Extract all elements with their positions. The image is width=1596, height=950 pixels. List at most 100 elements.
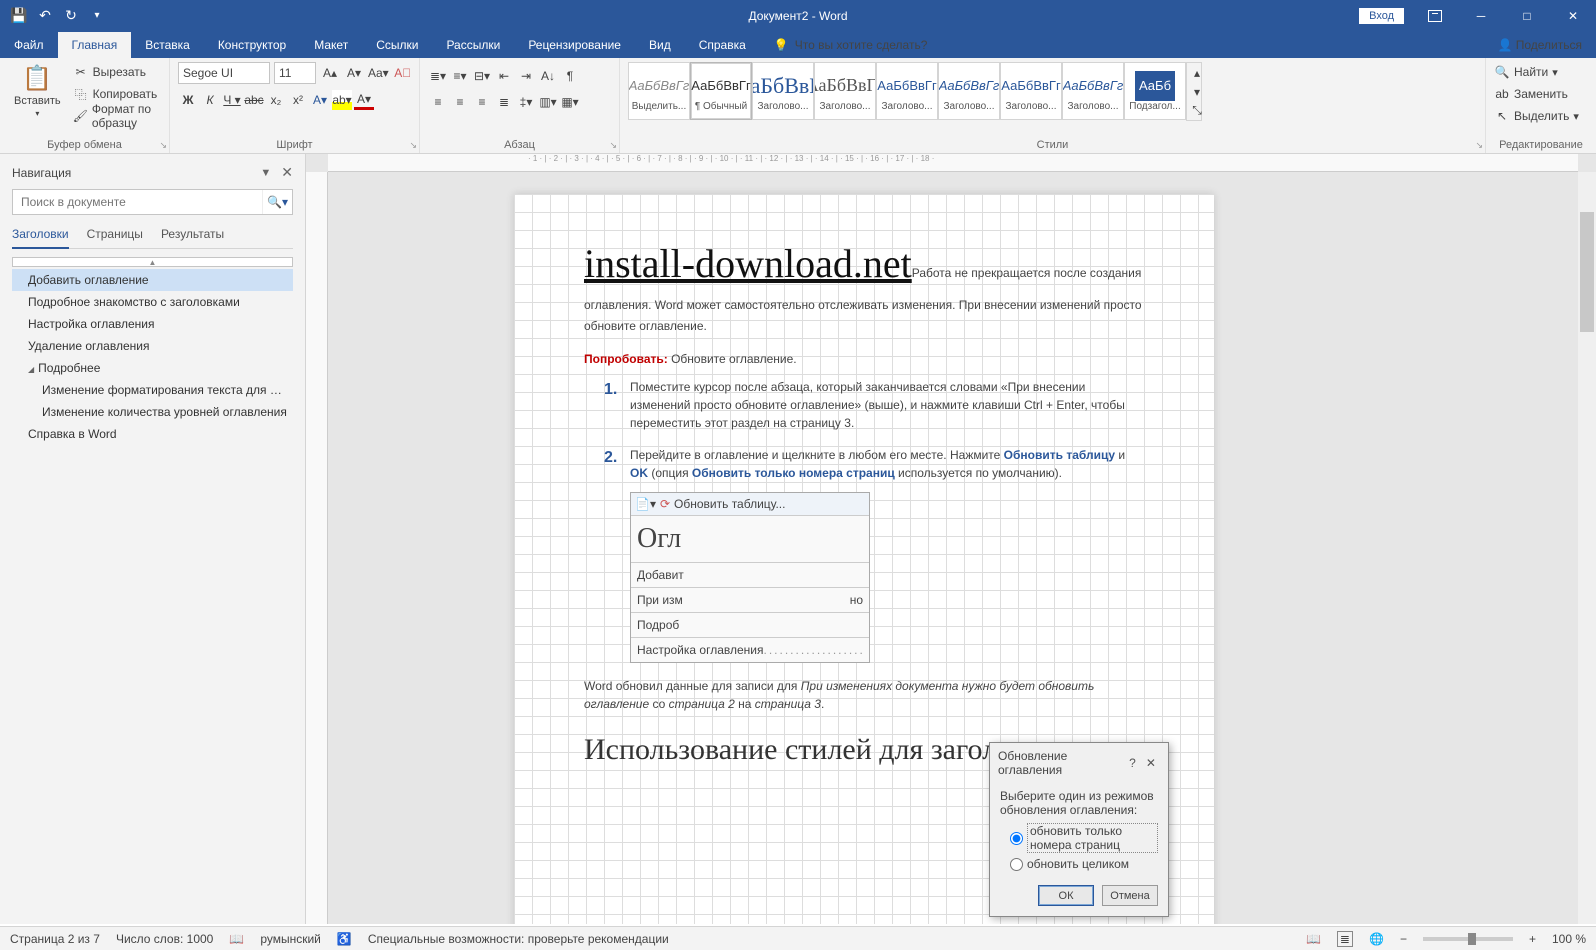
show-marks-button[interactable]: ¶: [560, 66, 580, 86]
tab-view[interactable]: Вид: [635, 32, 685, 58]
style-item[interactable]: АаБбВвГгЗаголово...: [814, 62, 876, 120]
nav-item[interactable]: Изменение количества уровней оглавления: [12, 401, 293, 423]
status-a11y[interactable]: Специальные возможности: проверьте реком…: [368, 932, 669, 946]
style-item[interactable]: АаБбВвГгЗаголово...: [1000, 62, 1062, 120]
clipboard-dialog-launcher[interactable]: ↘: [159, 140, 167, 151]
ribbon-options-icon[interactable]: [1412, 0, 1458, 31]
close-button[interactable]: ✕: [1550, 0, 1596, 31]
tab-layout[interactable]: Макет: [300, 32, 362, 58]
nav-item[interactable]: Настройка оглавления: [12, 313, 293, 335]
nav-item[interactable]: Добавить оглавление: [12, 269, 293, 291]
clear-formatting-button[interactable]: Aᷤ: [393, 63, 413, 83]
zoom-level[interactable]: 100 %: [1552, 932, 1586, 946]
vertical-ruler[interactable]: [306, 172, 328, 924]
text-effects-button[interactable]: A▾: [310, 90, 330, 110]
redo-icon[interactable]: ↻: [60, 5, 82, 27]
tab-references[interactable]: Ссылки: [362, 32, 432, 58]
highlight-button[interactable]: ab▾: [332, 90, 352, 110]
status-page[interactable]: Страница 2 из 7: [10, 932, 100, 946]
radio-page-numbers[interactable]: обновить только номера страниц: [1000, 821, 1158, 855]
styles-up-button[interactable]: ▴: [1187, 63, 1207, 82]
undo-icon[interactable]: ↶: [34, 5, 56, 27]
dialog-close-button[interactable]: ✕: [1142, 756, 1160, 770]
nav-close-button[interactable]: ✕: [281, 164, 293, 181]
shrink-font-button[interactable]: A▾: [344, 63, 364, 83]
borders-button[interactable]: ▦▾: [560, 92, 580, 112]
tab-home[interactable]: Главная: [58, 32, 132, 58]
view-read-icon[interactable]: 📖: [1306, 932, 1321, 946]
tab-help[interactable]: Справка: [685, 32, 760, 58]
find-button[interactable]: 🔍Найти ▾: [1494, 62, 1558, 82]
radio-input[interactable]: [1010, 832, 1023, 845]
underline-button[interactable]: Ч ▾: [222, 90, 242, 110]
maximize-button[interactable]: □: [1504, 0, 1550, 31]
shading-button[interactable]: ▥▾: [538, 92, 558, 112]
share-button[interactable]: 👤 Поделиться: [1483, 32, 1596, 58]
paste-button[interactable]: 📋 Вставить ▾: [8, 62, 67, 120]
style-item[interactable]: АаБбВвГгЗаголово...: [876, 62, 938, 120]
dialog-cancel-button[interactable]: Отмена: [1102, 885, 1158, 906]
styles-dialog-launcher[interactable]: ↘: [1475, 140, 1483, 151]
align-right-button[interactable]: ≡: [472, 92, 492, 112]
style-item[interactable]: АаБбВвГг¶ Обычный: [690, 62, 752, 120]
dialog-help-button[interactable]: ?: [1123, 756, 1141, 770]
tab-insert[interactable]: Вставка: [131, 32, 204, 58]
radio-input[interactable]: [1010, 858, 1023, 871]
font-size-input[interactable]: [274, 62, 316, 84]
bullets-button[interactable]: ≣▾: [428, 66, 448, 86]
nav-tab-pages[interactable]: Страницы: [87, 223, 143, 248]
styles-down-button[interactable]: ▾: [1187, 82, 1207, 101]
zoom-in-button[interactable]: +: [1529, 932, 1536, 946]
spellcheck-icon[interactable]: 📖: [229, 932, 244, 946]
dialog-ok-button[interactable]: ОК: [1038, 885, 1094, 906]
line-spacing-button[interactable]: ‡▾: [516, 92, 536, 112]
tab-design[interactable]: Конструктор: [204, 32, 300, 58]
view-print-icon[interactable]: ≣: [1337, 931, 1353, 947]
align-left-button[interactable]: ≡: [428, 92, 448, 112]
style-item[interactable]: АаБбВвГгЗаголово...: [1062, 62, 1124, 120]
increase-indent-button[interactable]: ⇥: [516, 66, 536, 86]
vertical-scrollbar[interactable]: [1578, 172, 1596, 924]
styles-gallery[interactable]: АаБбВвГгВыделить... АаБбВвГг¶ Обычный Аа…: [628, 62, 1202, 121]
qat-customize-icon[interactable]: ▾: [86, 5, 108, 27]
nav-item[interactable]: Подробное знакомство с заголовками: [12, 291, 293, 313]
horizontal-ruler[interactable]: · 1 · | · 2 · | · 3 · | · 4 · | · 5 · | …: [328, 154, 1578, 172]
grow-font-button[interactable]: A▴: [320, 63, 340, 83]
status-language[interactable]: румынский: [260, 932, 321, 946]
format-painter-button[interactable]: 🖌Формат по образцу: [73, 106, 161, 126]
status-words[interactable]: Число слов: 1000: [116, 932, 213, 946]
radio-entire[interactable]: обновить целиком: [1000, 855, 1158, 873]
nav-tab-results[interactable]: Результаты: [161, 223, 224, 248]
nav-menu-button[interactable]: ▼: [260, 167, 271, 179]
save-icon[interactable]: 💾: [8, 5, 30, 27]
search-icon[interactable]: 🔍▾: [262, 190, 292, 214]
tell-me[interactable]: 💡Что вы хотите сделать?: [760, 32, 942, 58]
view-web-icon[interactable]: 🌐: [1369, 932, 1384, 946]
tab-file[interactable]: Файл: [0, 32, 58, 58]
cut-button[interactable]: ✂Вырезать: [73, 62, 161, 82]
zoom-out-button[interactable]: −: [1400, 932, 1407, 946]
style-item[interactable]: АаБбВвГгЗаголово...: [752, 62, 814, 120]
italic-button[interactable]: К: [200, 90, 220, 110]
copy-button[interactable]: ⿻Копировать: [73, 84, 161, 104]
align-center-button[interactable]: ≡: [450, 92, 470, 112]
style-item[interactable]: АаБбВвГгВыделить...: [628, 62, 690, 120]
style-item[interactable]: АаБбВвГгЗаголово...: [938, 62, 1000, 120]
select-button[interactable]: ↖Выделить ▾: [1494, 106, 1579, 126]
font-name-input[interactable]: [178, 62, 270, 84]
superscript-button[interactable]: x²: [288, 90, 308, 110]
replace-button[interactable]: abЗаменить: [1494, 84, 1568, 104]
tab-review[interactable]: Рецензирование: [514, 32, 635, 58]
decrease-indent-button[interactable]: ⇤: [494, 66, 514, 86]
bold-button[interactable]: Ж: [178, 90, 198, 110]
font-dialog-launcher[interactable]: ↘: [409, 140, 417, 151]
styles-more-button[interactable]: ⤡: [1187, 101, 1207, 120]
nav-item[interactable]: Подробнее: [12, 357, 293, 379]
minimize-button[interactable]: ─: [1458, 0, 1504, 31]
nav-search-input[interactable]: [13, 190, 262, 214]
a11y-icon[interactable]: ♿: [337, 932, 352, 946]
zoom-slider[interactable]: [1423, 937, 1513, 941]
nav-item[interactable]: Изменение форматирования текста для запи…: [12, 379, 293, 401]
nav-item[interactable]: Справка в Word: [12, 423, 293, 445]
sort-button[interactable]: A↓: [538, 66, 558, 86]
